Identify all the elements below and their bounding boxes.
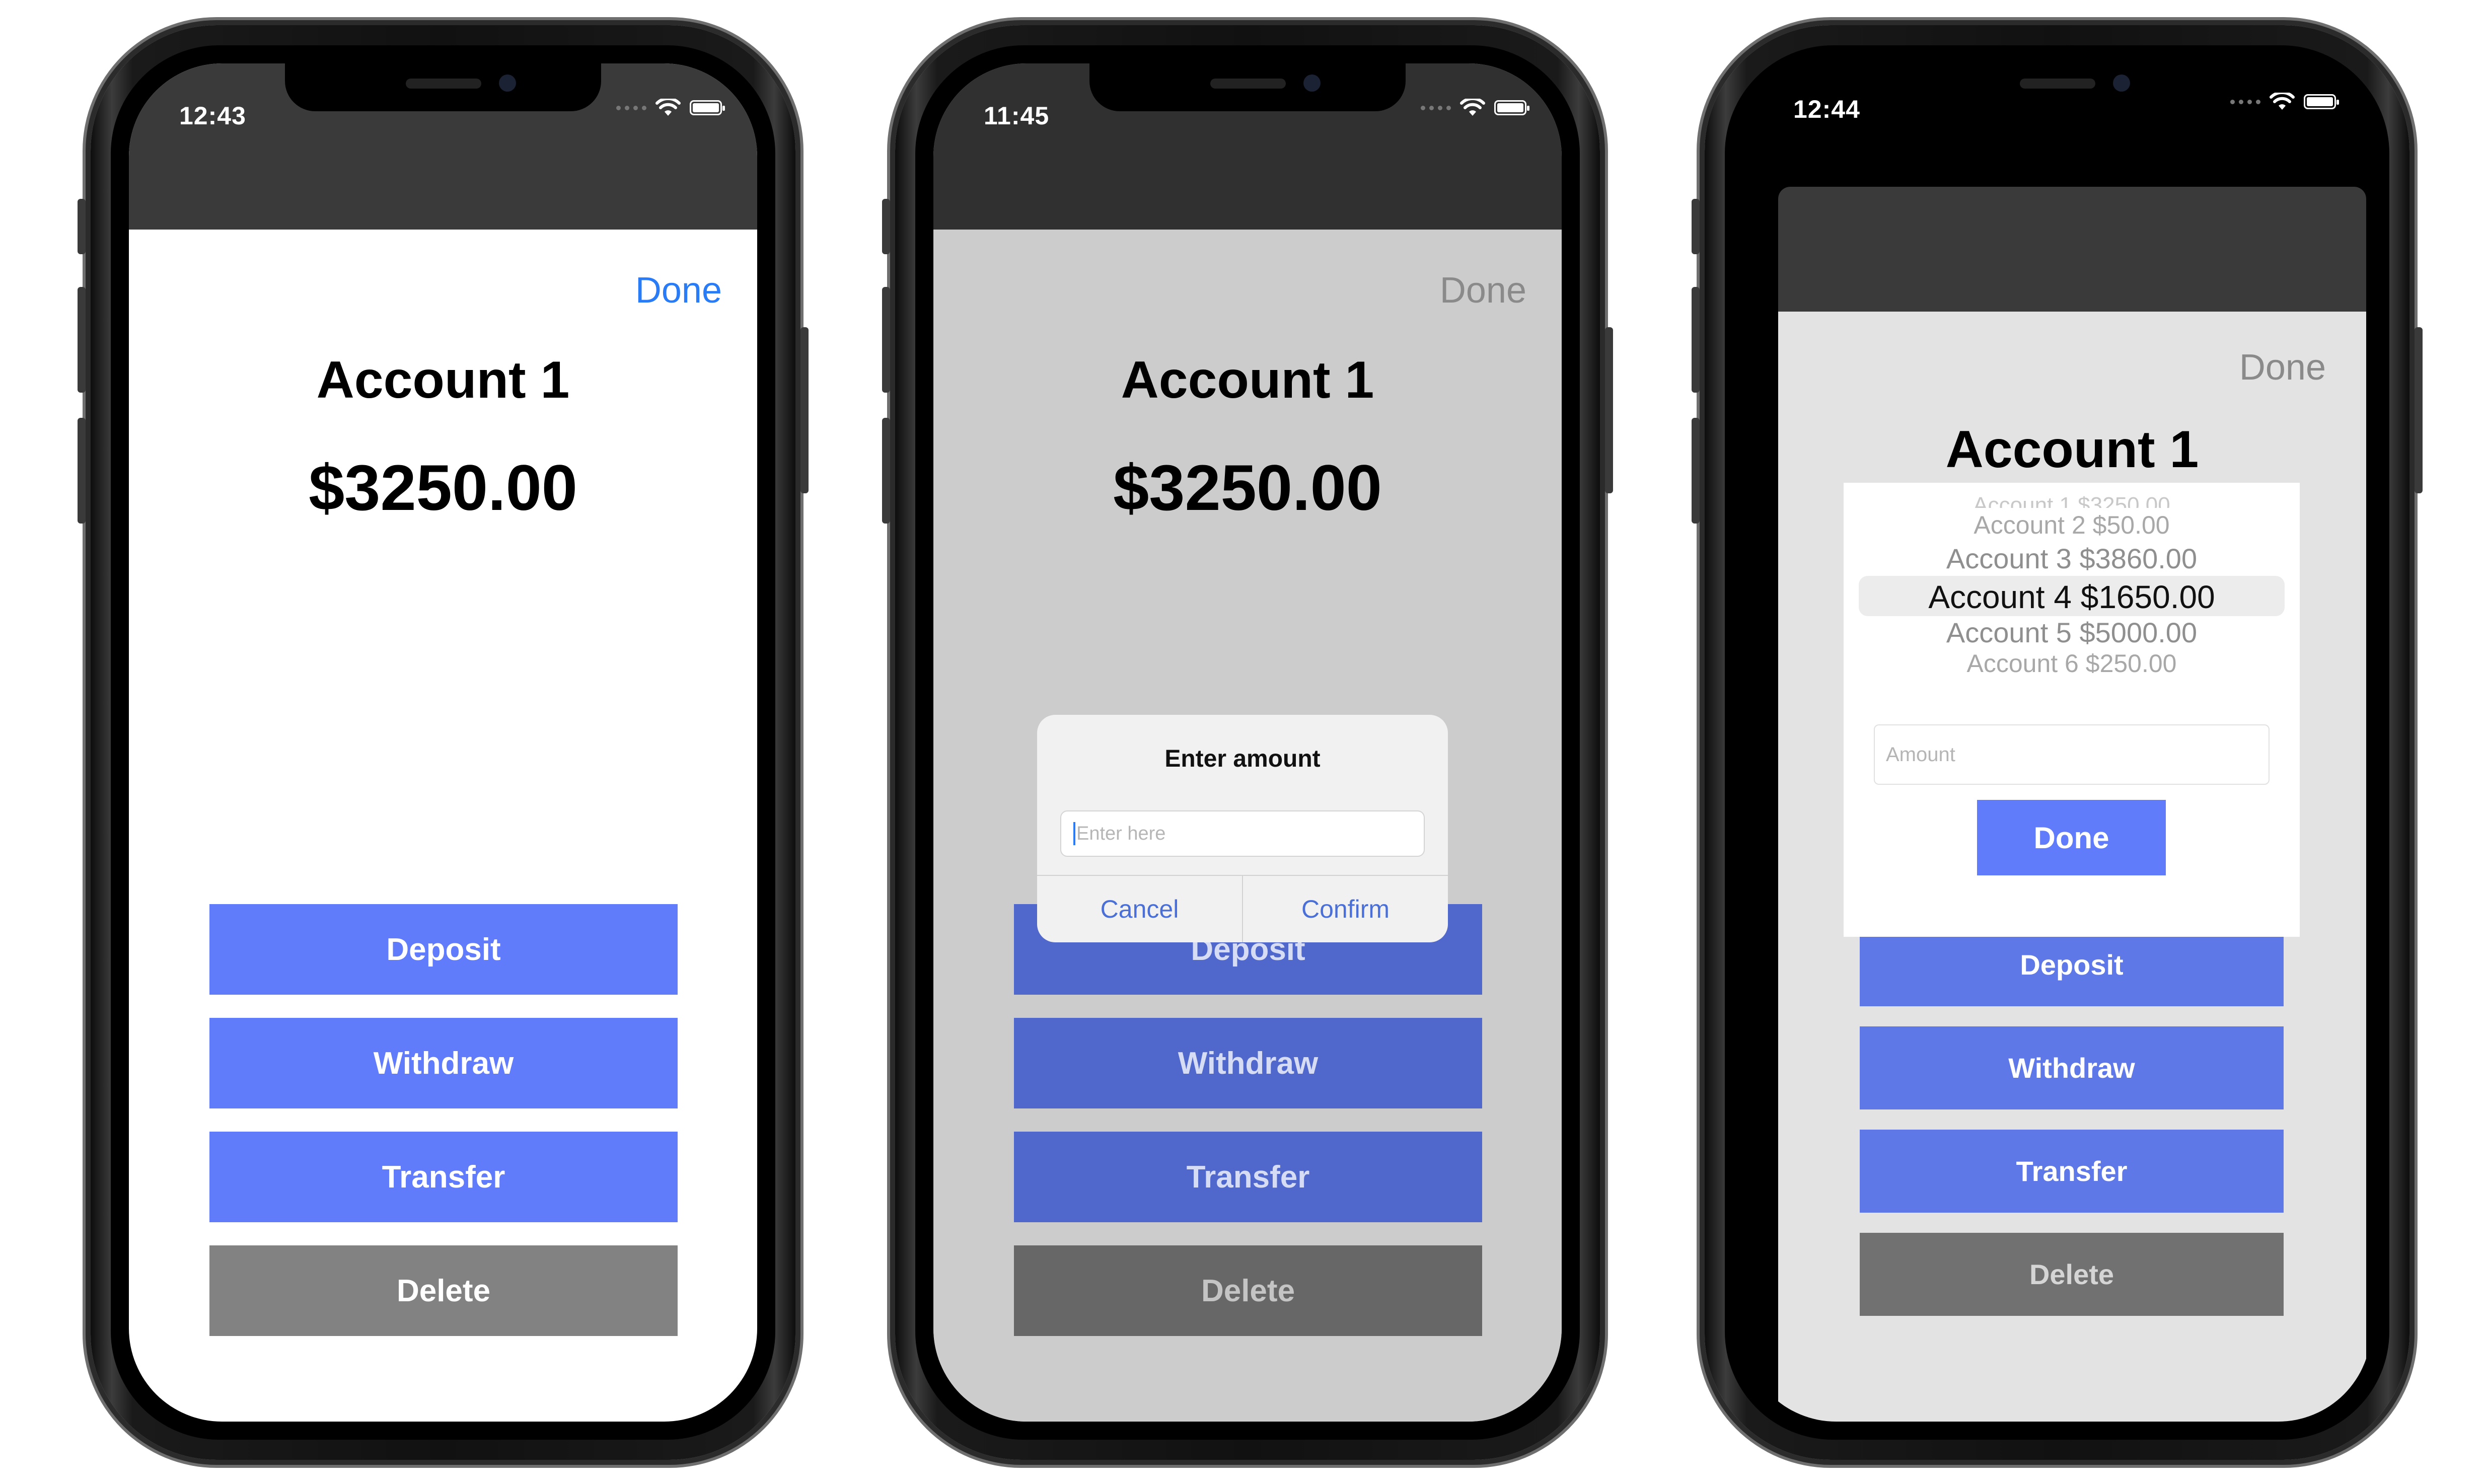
account-balance: $3250.00 (1113, 452, 1382, 524)
account-detail-view: Done Account 1 Deposit Withdraw Transfer… (1778, 312, 2366, 1422)
enter-amount-alert: Enter amount Enter here Cancel Confirm (1037, 715, 1448, 942)
screen: 12:44 Done Account 1 Deposit Withdraw Tr… (1743, 63, 2371, 1422)
done-button[interactable]: Done (635, 270, 722, 311)
account-detail-view: Done Account 1 $3250.00 Deposit Withdraw… (129, 230, 757, 1422)
volume-up-button (78, 287, 86, 393)
withdraw-button[interactable]: Withdraw (1860, 1026, 2284, 1109)
account-title: Account 1 (1121, 351, 1374, 409)
mute-switch (882, 199, 890, 254)
picker-option[interactable]: Account 5 $5000.00 (1844, 616, 2300, 649)
wifi-icon (655, 99, 681, 116)
amount-input[interactable]: Amount (1874, 724, 2270, 785)
cancel-button[interactable]: Cancel (1037, 876, 1243, 942)
bezel: 12:44 Done Account 1 Deposit Withdraw Tr… (1725, 45, 2389, 1440)
amount-input-placeholder: Amount (1886, 743, 1955, 766)
deposit-button[interactable]: Deposit (209, 904, 678, 995)
volume-up-button (882, 287, 890, 393)
account-detail-view: Done Account 1 $3250.00 Deposit Withdraw… (933, 230, 1562, 1422)
status-icons (2230, 93, 2339, 111)
notch (285, 63, 601, 111)
account-title: Account 1 (316, 351, 570, 409)
transfer-button[interactable]: Transfer (1014, 1132, 1482, 1222)
volume-down-button (1692, 418, 1700, 524)
screen: 11:45 Done Account 1 $3250.00 Deposit Wi… (933, 63, 1562, 1422)
signal-dots-icon (1421, 105, 1451, 110)
phone-2: 11:45 Done Account 1 $3250.00 Deposit Wi… (882, 25, 1613, 1460)
amount-input[interactable]: Enter here (1060, 810, 1425, 857)
withdraw-button[interactable]: Withdraw (1014, 1018, 1482, 1108)
modal-sheet: Done Account 1 Deposit Withdraw Transfer… (1778, 187, 2366, 1422)
battery-icon (2304, 94, 2339, 109)
delete-button[interactable]: Delete (1014, 1245, 1482, 1336)
picker-option[interactable]: Account 3 $3860.00 (1844, 542, 2300, 575)
withdraw-button[interactable]: Withdraw (209, 1018, 678, 1108)
done-button[interactable]: Done (1440, 270, 1526, 311)
bezel: 12:43 Done Account 1 $3250.00 Deposit Wi… (111, 45, 775, 1440)
battery-icon (1494, 100, 1529, 115)
signal-dots-icon (2230, 99, 2260, 104)
signal-dots-icon (616, 105, 646, 110)
phone-1: 12:43 Done Account 1 $3250.00 Deposit Wi… (78, 25, 809, 1460)
status-icons (616, 99, 725, 117)
power-button (800, 327, 809, 493)
picker-option[interactable]: Account 6 $250.00 (1844, 649, 2300, 673)
phone-3: 12:44 Done Account 1 Deposit Withdraw Tr… (1692, 25, 2423, 1460)
battery-icon (690, 100, 725, 115)
volume-down-button (78, 418, 86, 524)
delete-button[interactable]: Delete (209, 1245, 678, 1336)
volume-up-button (1692, 287, 1700, 393)
picker-option[interactable]: Account 2 $50.00 (1844, 510, 2300, 540)
picker-option-selected[interactable]: Account 4 $1650.00 (1844, 578, 2300, 616)
picker-option[interactable]: Account 1 $3250.00 (1844, 493, 2300, 508)
amount-input-placeholder: Enter here (1076, 823, 1166, 844)
bezel: 11:45 Done Account 1 $3250.00 Deposit Wi… (915, 45, 1580, 1440)
notch (1089, 63, 1406, 111)
delete-button[interactable]: Delete (1860, 1233, 2284, 1316)
status-time: 12:43 (179, 102, 246, 130)
status-time: 12:44 (1793, 95, 1860, 123)
alert-title: Enter amount (1164, 746, 1321, 772)
status-time: 11:45 (984, 102, 1050, 130)
wifi-icon (2270, 93, 2295, 110)
wifi-icon (1460, 99, 1485, 116)
account-title: Account 1 (1945, 420, 2199, 479)
volume-down-button (882, 418, 890, 524)
transfer-popup: Account 1 $3250.00 Account 2 $50.00 Acco… (1844, 483, 2300, 937)
popup-done-button[interactable]: Done (1977, 800, 2166, 875)
mute-switch (1692, 199, 1700, 254)
status-icons (1421, 99, 1529, 117)
alert-actions: Cancel Confirm (1037, 875, 1448, 942)
transfer-button[interactable]: Transfer (209, 1132, 678, 1222)
notch (1899, 63, 2215, 104)
done-button[interactable]: Done (2239, 347, 2326, 388)
power-button (2415, 327, 2423, 493)
confirm-button[interactable]: Confirm (1243, 876, 1448, 942)
mute-switch (78, 199, 86, 254)
power-button (1605, 327, 1613, 493)
text-caret (1073, 822, 1075, 845)
screen: 12:43 Done Account 1 $3250.00 Deposit Wi… (129, 63, 757, 1422)
transfer-button[interactable]: Transfer (1860, 1130, 2284, 1213)
account-balance: $3250.00 (309, 452, 577, 524)
